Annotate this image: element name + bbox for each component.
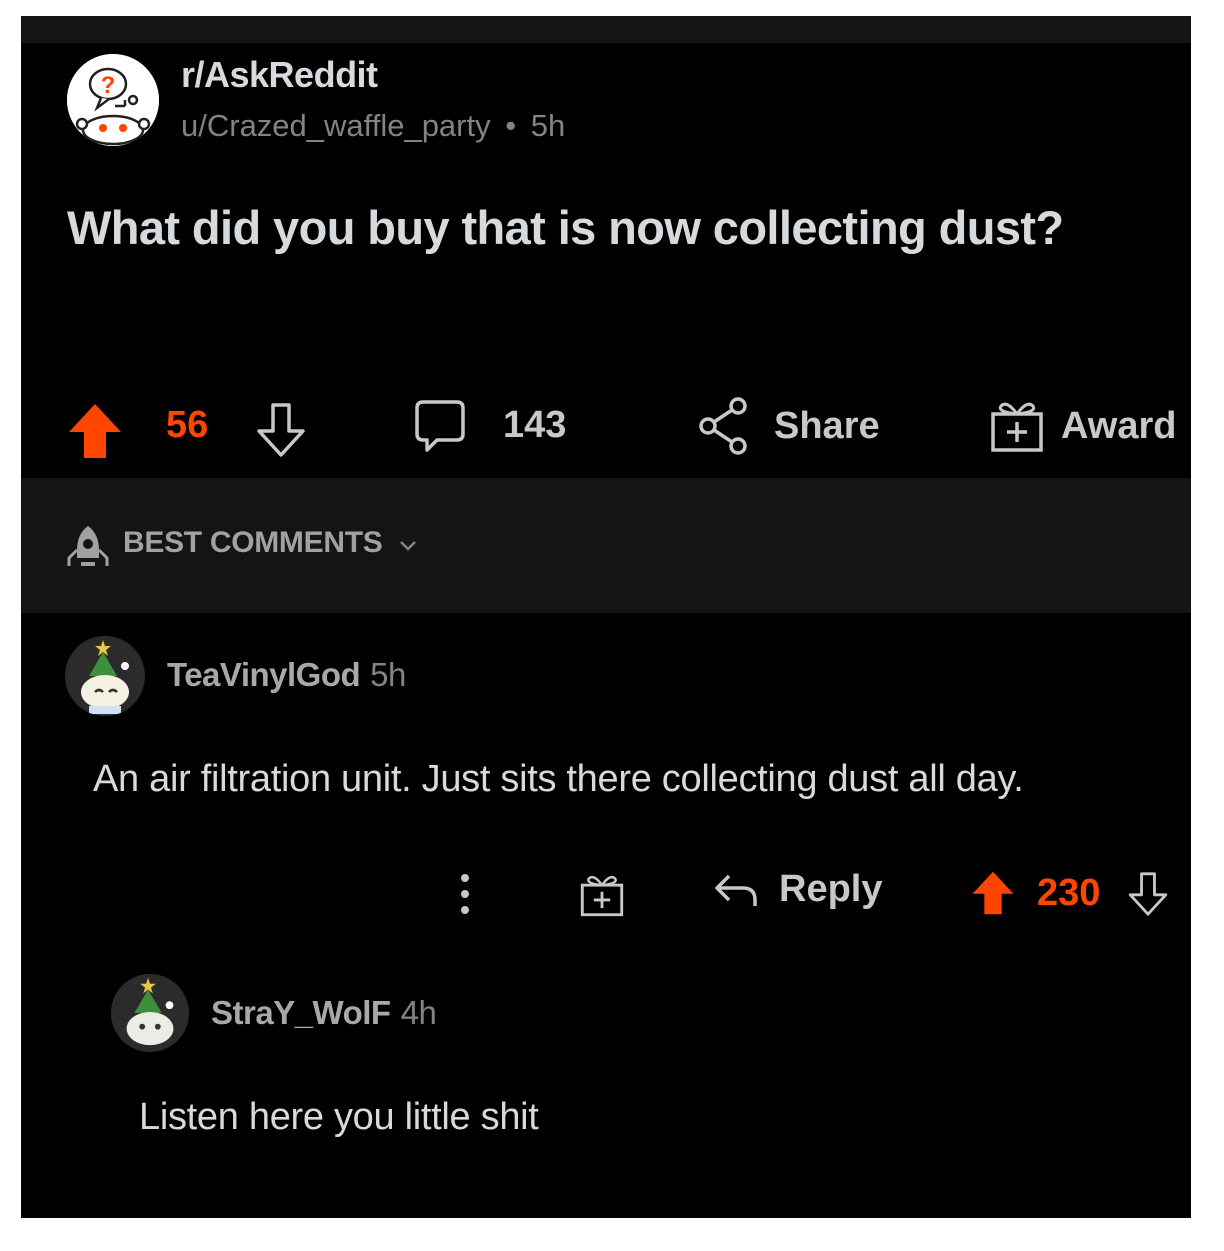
kebab-menu-icon — [461, 874, 469, 914]
share-label: Share — [774, 404, 880, 447]
gift-award-icon — [991, 402, 1043, 452]
downvote-button[interactable] — [255, 401, 307, 459]
comment-age: 5h — [370, 656, 406, 693]
post-meta: u/Crazed_waffle_party • 5h — [181, 108, 565, 144]
upvote-button[interactable] — [67, 402, 123, 460]
upvote-arrow-icon — [69, 404, 121, 458]
meta-separator: • — [505, 108, 517, 143]
downvote-arrow-icon — [1128, 872, 1168, 916]
snoo-avatar-icon — [111, 974, 189, 1052]
share-icon — [699, 397, 747, 455]
post-title[interactable]: What did you buy that is now collecting … — [67, 200, 1167, 255]
comments-button[interactable] — [413, 398, 467, 454]
reply-author-avatar[interactable] — [111, 974, 189, 1052]
snoo-avatar-icon — [65, 636, 145, 716]
post-age: 5h — [530, 108, 566, 143]
chevron-down-icon[interactable] — [399, 540, 417, 552]
reply-author[interactable]: StraY_WolF 4h — [211, 994, 437, 1032]
downvote-arrow-icon — [257, 403, 305, 457]
reply-button[interactable]: Reply — [713, 868, 882, 911]
reply-age: 4h — [400, 994, 437, 1031]
top-bar — [21, 16, 1191, 43]
reply-body: Listen here you little shit — [139, 1096, 539, 1138]
rocket-icon — [65, 524, 111, 568]
post-action-bar: 56 143 Share Award — [21, 386, 1191, 476]
askreddit-icon: ? — [67, 54, 159, 146]
award-button[interactable]: Award — [989, 398, 1176, 454]
reply-author-name[interactable]: StraY_WolF — [211, 994, 391, 1031]
sort-label[interactable]: BEST COMMENTS — [123, 526, 383, 560]
comment-downvote-button[interactable] — [1127, 870, 1169, 918]
award-label: Award — [1061, 404, 1177, 447]
more-options-button[interactable] — [457, 872, 473, 916]
comment-author-name[interactable]: TeaVinylGod — [167, 656, 361, 693]
commenter-avatar[interactable] — [65, 636, 145, 716]
subreddit-avatar[interactable]: ? — [67, 54, 159, 146]
post-vote-count: 56 — [166, 404, 209, 446]
comment-bubble-icon — [415, 400, 465, 452]
reply-arrow-icon — [715, 874, 757, 906]
comment-author[interactable]: TeaVinylGod 5h — [167, 656, 406, 694]
upvote-arrow-icon — [972, 871, 1014, 915]
comment-count: 143 — [503, 404, 567, 446]
gift-award-icon — [580, 875, 624, 917]
comment-body: An air filtration unit. Just sits there … — [93, 758, 1024, 800]
reply-label: Reply — [779, 868, 883, 910]
comment-upvote-button[interactable] — [971, 870, 1015, 916]
svg-text:?: ? — [101, 72, 116, 99]
subreddit-name[interactable]: r/AskReddit — [181, 54, 378, 96]
post-author[interactable]: u/Crazed_waffle_party — [181, 108, 491, 143]
comment-vote-count: 230 — [1037, 872, 1101, 914]
share-button[interactable]: Share — [698, 396, 880, 456]
reddit-app-screen: ? r/AskReddit u/Crazed_waffle_party • 5h… — [21, 16, 1191, 1218]
comment-award-button[interactable] — [579, 872, 625, 918]
